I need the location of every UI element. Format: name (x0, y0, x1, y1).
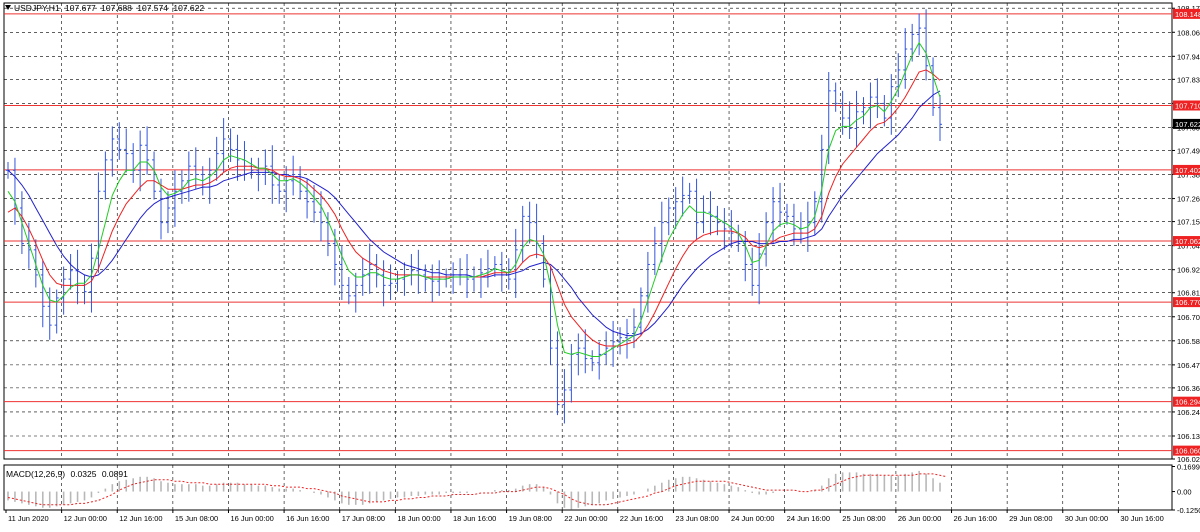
price-tick-label: 106.245 (1177, 408, 1200, 417)
symbol-label: USDJPY,H1 (14, 3, 60, 13)
time-label: 22 Jun 00:00 (564, 514, 607, 523)
current-price-label: 107.622 (1175, 120, 1200, 129)
time-label: 30 Jun 00:00 (1065, 514, 1108, 523)
time-label: 29 Jun 08:00 (1009, 514, 1052, 523)
price-tick-label: 106.130 (1177, 432, 1200, 441)
time-label: 24 Jun 16:00 (787, 514, 830, 523)
price-tick-label: 106.700 (1177, 313, 1200, 322)
time-label: 12 Jun 00:00 (64, 514, 107, 523)
time-label: 25 Jun 08:00 (842, 514, 885, 523)
macd-pane-frame (3, 464, 1173, 511)
time-label: 18 Jun 16:00 (453, 514, 496, 523)
macd-label: MACD(12,26,9) (6, 469, 66, 479)
time-label: 16 Jun 00:00 (230, 514, 273, 523)
price-tick-label: 108.060 (1177, 28, 1200, 37)
macd-signal-value: 0.0891 (101, 469, 128, 479)
macd-tick-label: 0.00 (1177, 488, 1192, 497)
price-tick-label: 107.835 (1177, 75, 1200, 84)
level-tag-label: 108.148 (1175, 10, 1200, 19)
time-label: 23 Jun 08:00 (675, 514, 718, 523)
close-value: 107.622 (173, 3, 205, 13)
time-label: 12 Jun 16:00 (119, 514, 162, 523)
level-tag-label: 106.770 (1175, 298, 1200, 307)
time-label: 18 Jun 00:00 (397, 514, 440, 523)
time-label: 19 Jun 08:00 (509, 514, 552, 523)
open-value: 107.677 (65, 3, 96, 13)
macd-header: MACD(12,26,9) 0.0325 0.0891 (6, 469, 131, 479)
time-label: 22 Jun 16:00 (620, 514, 663, 523)
level-tag-label: 106.060 (1175, 447, 1200, 456)
level-tag-label: 107.710 (1175, 101, 1200, 110)
time-label: 26 Jun 00:00 (898, 514, 941, 523)
level-tag-label: 107.402 (1175, 166, 1200, 175)
time-label: 15 Jun 08:00 (175, 514, 218, 523)
symbol-dropdown-icon[interactable] (5, 5, 11, 10)
price-pane-frame (3, 2, 1173, 460)
level-tag-label: 107.062 (1175, 237, 1200, 246)
macd-tick-label: -0.1250 (1177, 506, 1200, 515)
time-label: 17 Jun 08:00 (342, 514, 385, 523)
price-tick-label: 106.925 (1177, 266, 1200, 275)
price-tick-label: 107.495 (1177, 146, 1200, 155)
time-label: 24 Jun 00:00 (731, 514, 774, 523)
time-label: 16 Jun 16:00 (286, 514, 329, 523)
macd-main-value: 0.0325 (70, 469, 97, 479)
price-tick-label: 106.470 (1177, 361, 1200, 370)
price-header: USDJPY,H1 107.677 107.688 107.574 107.62… (14, 3, 207, 13)
price-tick-label: 107.155 (1177, 218, 1200, 227)
price-tick-label: 106.815 (1177, 289, 1200, 298)
price-chart[interactable]: 11 Jun 2020 12 Jun 00:00 12 Jun 16:00 15 Ju… (0, 0, 1200, 527)
price-tick-label: 107.945 (1177, 52, 1200, 61)
low-value: 107.574 (137, 3, 168, 13)
macd-tick-label: 0.1699 (1177, 462, 1200, 471)
level-tag-label: 106.294 (1175, 398, 1200, 407)
chart-window[interactable]: USDJPY,H1 107.677 107.688 107.574 107.62… (0, 0, 1200, 527)
time-label: 26 Jun 16:00 (954, 514, 997, 523)
time-label: 30 Jun 16:00 (1120, 514, 1163, 523)
time-label: 11 Jun 2020 (8, 514, 49, 523)
price-tick-label: 106.585 (1177, 337, 1200, 346)
high-value: 107.688 (101, 3, 132, 13)
price-tick-label: 106.360 (1177, 384, 1200, 393)
price-tick-label: 107.265 (1177, 195, 1200, 204)
